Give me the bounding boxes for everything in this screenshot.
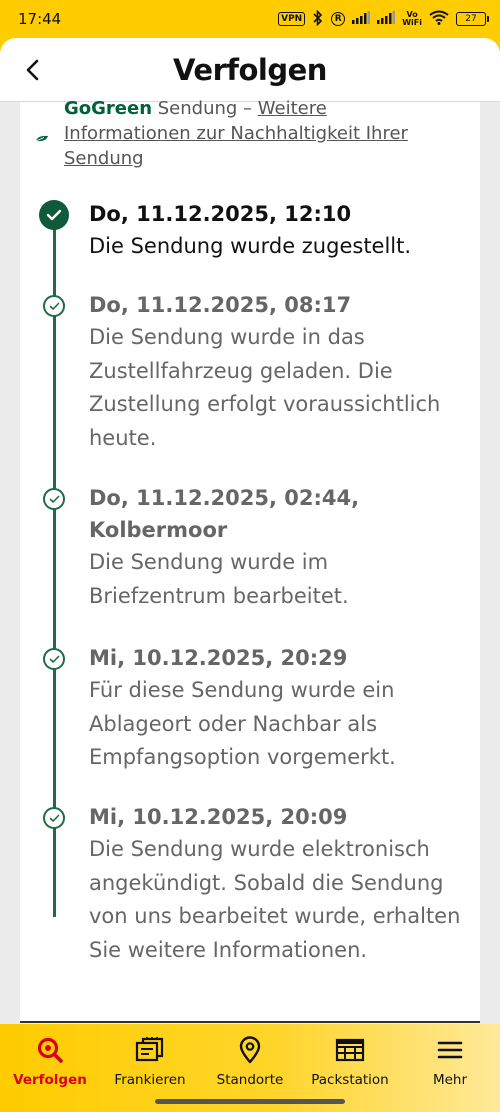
nav-label: Verfolgen xyxy=(13,1072,87,1088)
nav-label: Packstation xyxy=(311,1072,389,1088)
event-date: Do, 11.12.2025, 08:17 xyxy=(89,293,352,317)
gogreen-text: GoGreen Sendung – Weitere Informationen … xyxy=(64,96,444,171)
menu-icon xyxy=(437,1035,463,1065)
location-pin-icon xyxy=(239,1035,261,1065)
gogreen-brand: GoGreen xyxy=(64,98,153,119)
gogreen-info: GoGreen Sendung – Weitere Informationen … xyxy=(20,96,460,171)
event-date: Mi, 10.12.2025, 20:29 xyxy=(89,646,348,670)
event-text: Mi, 10.12.2025, 20:29 Für diese Sendung … xyxy=(89,642,469,775)
gogreen-label: Sendung – xyxy=(152,98,258,119)
check-outline-icon xyxy=(43,807,65,829)
vowifi-icon: Vo WiFi xyxy=(402,11,422,27)
home-indicator[interactable] xyxy=(155,1099,345,1104)
event-text: Do, 11.12.2025, 12:10 Die Sendung wurde … xyxy=(89,198,469,264)
vowifi-bottom: WiFi xyxy=(402,18,422,27)
signal-icon xyxy=(352,11,371,27)
tracking-card: GoGreen Sendung – Weitere Informationen … xyxy=(20,98,480,1023)
nav-label: Mehr xyxy=(432,1072,468,1088)
check-filled-icon xyxy=(39,200,69,230)
r-badge-icon: R xyxy=(331,12,346,26)
event-description: Die Sendung wurde zugestellt. xyxy=(89,234,412,258)
status-time: 17:44 xyxy=(18,10,62,28)
stamp-icon xyxy=(135,1035,165,1065)
event-description: Die Sendung wurde im Briefzentrum bearbe… xyxy=(89,550,349,608)
packstation-icon xyxy=(335,1035,365,1065)
nav-item-verfolgen[interactable]: Verfolgen xyxy=(0,1024,100,1112)
bluetooth-icon xyxy=(312,9,324,29)
nav-item-mehr[interactable]: Mehr xyxy=(400,1024,500,1112)
page-title: Verfolgen xyxy=(173,52,327,87)
search-icon xyxy=(36,1035,64,1065)
app-header: Verfolgen xyxy=(0,38,500,102)
event-date: Do, 11.12.2025, 02:44, Kolbermoor xyxy=(89,486,360,542)
check-outline-icon xyxy=(43,648,65,670)
event-description: Die Sendung wurde in das Zustellfahrzeug… xyxy=(89,325,441,450)
back-button[interactable] xyxy=(12,50,52,90)
event-description: Die Sendung wurde elektronisch angekündi… xyxy=(89,837,461,962)
content-area: GoGreen Sendung – Weitere Informationen … xyxy=(0,98,500,1024)
nav-label: Frankieren xyxy=(114,1072,186,1088)
nav-label: Standorte xyxy=(216,1072,284,1088)
leaf-icon xyxy=(20,96,64,171)
battery-icon: 27 xyxy=(456,12,489,26)
check-outline-icon xyxy=(43,488,65,510)
event-text: Mi, 10.12.2025, 20:09 Die Sendung wurde … xyxy=(89,801,469,967)
status-bar: 17:44 VPN R Vo WiFi 27 xyxy=(0,0,500,38)
vpn-icon: VPN xyxy=(278,12,306,26)
event-text: Do, 11.12.2025, 08:17 Die Sendung wurde … xyxy=(89,289,469,455)
event-description: Für diese Sendung wurde ein Ablageort od… xyxy=(89,678,396,769)
check-outline-icon xyxy=(43,295,65,317)
signal-2-icon xyxy=(377,11,396,27)
event-date: Mi, 10.12.2025, 20:09 xyxy=(89,805,348,829)
status-icons: VPN R Vo WiFi 27 xyxy=(278,9,489,29)
event-text: Do, 11.12.2025, 02:44, Kolbermoor Die Se… xyxy=(89,482,469,613)
event-date: Do, 11.12.2025, 12:10 xyxy=(89,202,352,226)
wifi-icon xyxy=(429,10,449,28)
chevron-left-icon xyxy=(26,59,39,81)
